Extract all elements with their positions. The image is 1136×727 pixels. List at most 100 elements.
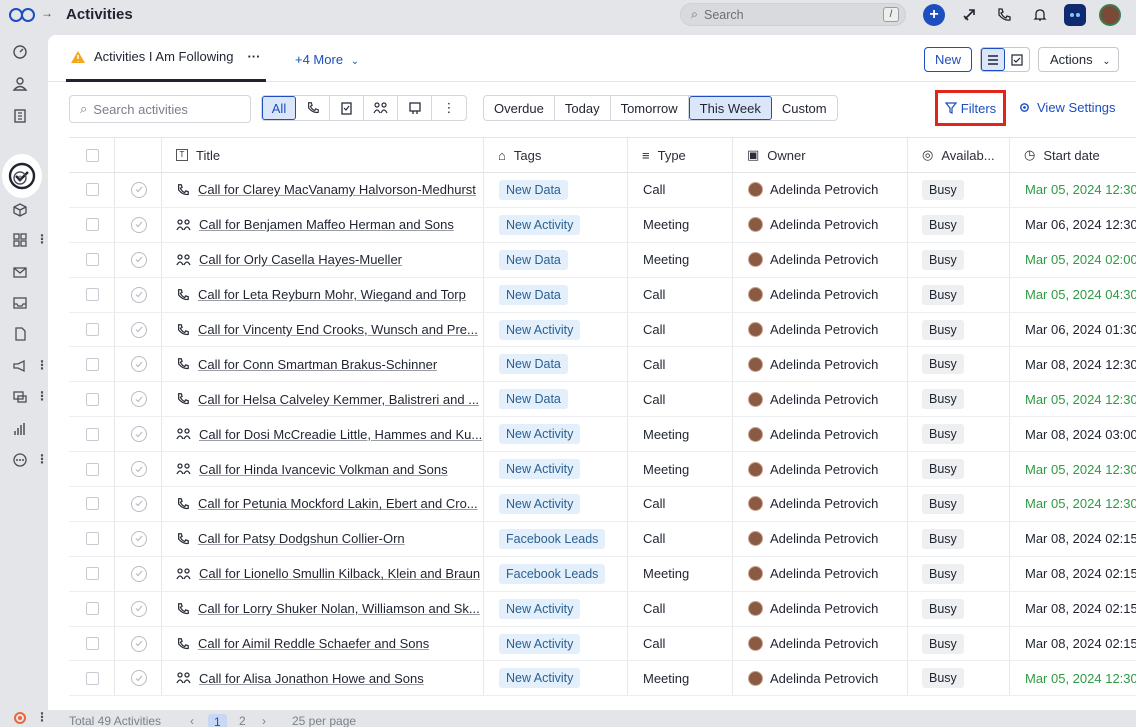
settings-more-icon[interactable]: ⋮ [36, 710, 48, 724]
deals-dollar-icon[interactable]: $ [10, 168, 30, 188]
mark-done-icon[interactable] [131, 391, 147, 408]
column-availability[interactable]: ◎ Availab... [908, 147, 995, 163]
activity-title-link[interactable]: Call for Benjamen Maffeo Herman and Sons [199, 217, 454, 232]
column-start-date[interactable]: ◷ Start date [1010, 147, 1100, 163]
quick-add-button[interactable]: + [923, 4, 945, 26]
rocket-icon[interactable] [958, 4, 980, 26]
table-row[interactable]: Call for Aimil Reddle Schaefer and Sons N… [69, 626, 1136, 662]
table-row[interactable]: Call for Alisa Jonathon Howe and Sons New… [69, 661, 1136, 697]
prev-page-icon[interactable]: ‹ [190, 714, 194, 727]
activity-title-link[interactable]: Call for Lorry Shuker Nolan, Williamson … [198, 601, 480, 616]
date-filter-tomorrow[interactable]: Tomorrow [611, 96, 689, 120]
user-avatar[interactable] [1099, 4, 1121, 26]
apps-grid-icon[interactable] [10, 230, 30, 250]
table-row[interactable]: Call for Dosi McCreadie Little, Hammes a… [69, 417, 1136, 453]
row-checkbox[interactable] [86, 323, 99, 336]
more-menu-icon[interactable]: ⋮ [36, 452, 48, 466]
contacts-person-icon[interactable] [10, 74, 30, 94]
activity-title-link[interactable]: Call for Aimil Reddle Schaefer and Sons [198, 636, 429, 651]
per-page-select[interactable]: 25 per page [292, 714, 356, 727]
settings-gear-icon[interactable] [10, 708, 30, 727]
activity-title-link[interactable]: Call for Conn Smartman Brakus-Schinner [198, 357, 437, 372]
expand-arrow-icon[interactable]: → [41, 6, 53, 20]
activity-title-link[interactable]: Call for Orly Casella Hayes-Mueller [199, 252, 402, 267]
table-row[interactable]: Call for Patsy Dodgshun Collier-Orn Faceb… [69, 521, 1136, 557]
row-checkbox[interactable] [86, 637, 99, 651]
app-logo-icon[interactable] [8, 7, 36, 23]
campaigns-megaphone-icon[interactable] [10, 356, 30, 376]
tab-activities-following[interactable]: Activities I Am Following ··· [70, 49, 260, 64]
mark-done-icon[interactable] [131, 565, 147, 582]
more-circle-icon[interactable] [10, 450, 30, 470]
mark-done-icon[interactable] [131, 286, 147, 303]
filters-button[interactable]: Filters [935, 90, 1006, 126]
mark-done-icon[interactable] [131, 321, 147, 338]
mark-done-icon[interactable] [131, 670, 147, 687]
row-checkbox[interactable] [86, 497, 99, 511]
more-icon[interactable]: ⋮ [432, 96, 466, 120]
mark-done-icon[interactable] [131, 251, 147, 268]
new-activity-button[interactable]: New [924, 47, 972, 72]
apps-more-icon[interactable]: ⋮ [36, 232, 48, 246]
row-checkbox[interactable] [86, 183, 99, 197]
mark-done-icon[interactable] [131, 356, 147, 373]
mark-done-icon[interactable] [131, 426, 147, 443]
table-row[interactable]: Call for Benjamen Maffeo Herman and Sons… [69, 207, 1136, 243]
table-row[interactable]: Call for Lorry Shuker Nolan, Williamson … [69, 591, 1136, 627]
page-1[interactable]: 1 [208, 714, 227, 727]
row-checkbox[interactable] [86, 392, 99, 406]
mark-done-icon[interactable] [131, 530, 147, 547]
mail-icon[interactable] [10, 262, 30, 282]
task-view-icon[interactable] [1005, 48, 1029, 71]
chat-icon[interactable] [10, 387, 30, 407]
bell-icon[interactable] [1029, 4, 1051, 26]
row-checkbox[interactable] [86, 671, 99, 685]
table-row[interactable]: Call for Petunia Mockford Lakin, Ebert a… [69, 487, 1136, 522]
activity-title-link[interactable]: Call for Lionello Smullin Kilback, Klein… [199, 566, 480, 581]
products-box-icon[interactable] [10, 200, 30, 220]
column-type[interactable]: ≡ Type [628, 148, 686, 163]
row-checkbox[interactable] [86, 602, 99, 616]
inbox-icon[interactable] [10, 293, 30, 313]
activity-title-link[interactable]: Call for Petunia Mockford Lakin, Ebert a… [198, 496, 478, 511]
list-view-icon[interactable] [981, 48, 1006, 71]
page-2[interactable]: 2 [239, 714, 246, 727]
activity-title-link[interactable]: Call for Helsa Calveley Kemmer, Balistre… [198, 392, 479, 407]
meeting-icon[interactable] [364, 96, 398, 120]
row-checkbox[interactable] [86, 357, 99, 371]
row-checkbox[interactable] [86, 288, 99, 302]
row-checkbox[interactable] [86, 462, 99, 476]
date-filter-custom[interactable]: Custom [772, 96, 837, 120]
row-checkbox[interactable] [86, 532, 99, 546]
column-owner[interactable]: ▣ Owner [733, 147, 806, 163]
activity-title-link[interactable]: Call for Patsy Dodgshun Collier-Orn [198, 531, 405, 546]
column-title[interactable]: T Title [162, 148, 220, 163]
date-filter-overdue[interactable]: Overdue [484, 96, 555, 120]
mark-done-icon[interactable] [131, 495, 147, 512]
activity-title-link[interactable]: Call for Leta Reyburn Mohr, Wiegand and … [198, 287, 466, 302]
documents-icon[interactable] [10, 324, 30, 344]
mark-done-icon[interactable] [131, 600, 147, 617]
phone-icon[interactable] [993, 4, 1015, 26]
table-row[interactable]: Call for Leta Reyburn Mohr, Wiegand and … [69, 277, 1136, 313]
chat-more-icon[interactable]: ⋮ [36, 389, 48, 403]
row-checkbox[interactable] [86, 218, 99, 232]
type-filter-all[interactable]: All [262, 96, 296, 120]
activity-title-link[interactable]: Call for Alisa Jonathon Howe and Sons [199, 671, 424, 686]
table-row[interactable]: Call for Lionello Smullin Kilback, Klein… [69, 556, 1136, 592]
view-settings-button[interactable]: View Settings [1018, 100, 1116, 115]
companies-building-icon[interactable] [10, 106, 30, 126]
dashboard-gauge-icon[interactable] [10, 42, 30, 62]
note-icon[interactable] [398, 96, 432, 120]
tab-options-icon[interactable]: ··· [247, 49, 260, 64]
row-checkbox[interactable] [86, 253, 99, 267]
actions-dropdown[interactable]: Actions ⌄ [1038, 47, 1119, 72]
reports-bar-icon[interactable] [10, 419, 30, 439]
search-activities-input[interactable]: ⌕ Search activities [69, 95, 251, 123]
table-row[interactable]: Call for Helsa Calveley Kemmer, Balistre… [69, 382, 1136, 418]
global-search-input[interactable]: ⌕ Search / [680, 3, 906, 26]
mark-done-icon[interactable] [131, 635, 147, 652]
activity-title-link[interactable]: Call for Clarey MacVanamy Halvorson-Medh… [198, 182, 476, 197]
select-all-checkbox[interactable] [86, 148, 99, 162]
next-page-icon[interactable]: › [262, 714, 266, 727]
